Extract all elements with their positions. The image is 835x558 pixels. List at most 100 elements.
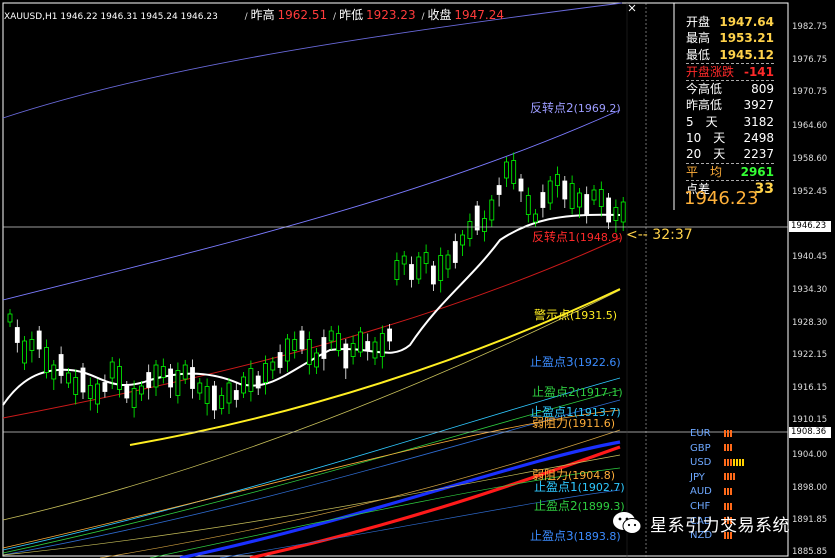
- currency-row: USD: [690, 457, 750, 468]
- strength-bar: [724, 429, 726, 437]
- axis-tick-label: 1952.45: [792, 187, 828, 197]
- axis-tick-label: 1982.75: [792, 22, 828, 32]
- candle-body: [372, 341, 378, 359]
- candle-body: [314, 352, 320, 368]
- level-price: (1902.7): [577, 481, 625, 494]
- candle-body: [226, 382, 232, 404]
- stats-value: -141: [743, 64, 774, 79]
- level-label: 反转点2(1969.2): [530, 99, 621, 116]
- level-label: 反转点1(1948.9): [532, 228, 623, 245]
- level-label: 止盈点1(1902.7): [534, 478, 625, 495]
- prev-low-label: 昨低: [339, 8, 364, 22]
- strength-bar: [727, 429, 729, 437]
- level-name: 警示点: [534, 308, 571, 322]
- strength-bar: [739, 458, 741, 466]
- candle-body: [511, 160, 517, 184]
- candle-body: [7, 313, 13, 323]
- axis-price-tag: 1908.36: [789, 427, 831, 438]
- level-name: 止盈点2: [534, 499, 578, 513]
- candle-body: [525, 195, 531, 215]
- candle-body: [430, 265, 436, 285]
- candle-body: [270, 361, 276, 371]
- candle-body: [569, 183, 575, 209]
- candle-body: [248, 368, 254, 392]
- candle-body: [80, 367, 86, 393]
- stats-key: 20 天: [686, 147, 726, 162]
- stats-row: 20 天 2237: [686, 146, 774, 164]
- stats-row: 开盘涨跌 -141: [686, 64, 774, 82]
- candle-body: [350, 343, 356, 357]
- axis-tick-label: 1922.15: [792, 350, 828, 360]
- candle-body: [555, 174, 560, 186]
- currency-code: JPY: [690, 471, 705, 483]
- candle-body: [102, 382, 108, 392]
- level-label: 止盈点3(1893.8): [530, 527, 621, 544]
- candle-body: [131, 388, 137, 408]
- watermark-text: 星系引力交易系统: [650, 515, 790, 536]
- stats-row: 10 天 2498: [686, 130, 774, 146]
- candle-body: [547, 180, 553, 204]
- candle-body: [357, 331, 363, 353]
- candle-body: [95, 383, 100, 405]
- stats-key: 开盘: [686, 15, 711, 29]
- candle-body: [153, 364, 159, 388]
- candle-body: [204, 386, 210, 404]
- axis-tick-label: 1976.75: [792, 55, 828, 65]
- candle-body: [577, 192, 582, 208]
- level-price: (1969.2): [573, 102, 621, 115]
- candle-body: [190, 367, 195, 389]
- strength-bar: [724, 473, 726, 481]
- candle-body: [584, 194, 590, 216]
- candle-body: [58, 354, 64, 376]
- stats-value: 1947.64: [719, 15, 774, 29]
- axis-tick-label: 1885.85: [792, 547, 828, 557]
- candle-body: [29, 339, 35, 351]
- strength-bar: [724, 444, 726, 452]
- level-name: 止盈点3: [530, 355, 574, 369]
- candle-body: [343, 343, 349, 369]
- stats-row: 最高 1953.21: [686, 30, 774, 46]
- candle-body: [445, 254, 451, 270]
- axis-tick-label: 1964.60: [792, 121, 828, 131]
- strength-bar: [730, 487, 732, 495]
- stats-key: 开盘涨跌: [686, 64, 735, 79]
- symbol-label: XAUUSD,H1: [4, 12, 58, 22]
- wechat-icon: [612, 510, 642, 536]
- currency-code: USD: [690, 457, 712, 469]
- stats-key: 5 天: [686, 114, 718, 129]
- candle-body: [365, 341, 371, 351]
- strength-bar: [727, 487, 729, 495]
- strength-bar: [724, 458, 726, 466]
- close-label: 收盘: [427, 8, 452, 22]
- candle-body: [109, 361, 115, 379]
- candle-body: [117, 366, 122, 390]
- level-price: (1948.9): [575, 231, 623, 244]
- candle-body: [241, 376, 247, 394]
- stats-row: 开盘 1947.64: [686, 14, 774, 30]
- candle-body: [336, 333, 341, 351]
- stats-row: 最低 1945.12: [686, 47, 774, 64]
- axis-tick-label: 1904.00: [792, 450, 828, 460]
- candle-body: [66, 372, 71, 384]
- strength-bar: [730, 429, 732, 437]
- candle-body: [211, 385, 217, 411]
- candle-body: [496, 185, 502, 195]
- candle-body: [36, 330, 42, 350]
- axis-tick-label: 1958.60: [792, 154, 828, 164]
- candle-body: [591, 189, 597, 201]
- candle-body: [168, 368, 174, 388]
- candle-body: [387, 328, 393, 342]
- candle-body: [540, 192, 546, 208]
- stats-value: 2961: [740, 164, 774, 179]
- candle-body: [489, 199, 495, 221]
- stats-key: 昨高低: [686, 98, 723, 113]
- candle-body: [474, 205, 480, 231]
- candle-body: [124, 385, 130, 399]
- candle-body: [263, 363, 268, 383]
- candle-body: [292, 339, 298, 351]
- currency-row: JPY: [690, 472, 750, 483]
- stats-key: 最低: [686, 47, 711, 62]
- stats-value: 3927: [743, 98, 774, 113]
- candle-body: [598, 189, 604, 207]
- stats-key: 平 均: [686, 164, 723, 179]
